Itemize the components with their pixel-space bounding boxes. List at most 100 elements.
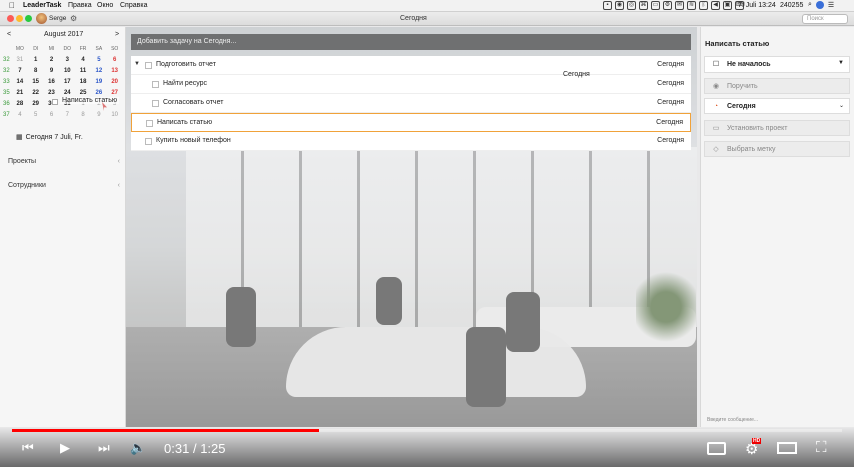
calendar-day[interactable]: 21 xyxy=(12,90,28,96)
expand-triangle-icon[interactable]: ▼ xyxy=(134,61,140,67)
calendar-day[interactable]: 8 xyxy=(75,112,91,118)
fullscreen-icon[interactable]: ⛶ xyxy=(816,439,827,456)
calendar-day[interactable]: 5 xyxy=(91,57,107,63)
bluetooth-icon[interactable]: ᛒ xyxy=(699,1,708,10)
wifi-icon[interactable]: ≋ xyxy=(687,1,696,10)
calendar-day[interactable]: 4 xyxy=(75,57,91,63)
calendar-day[interactable]: 22 xyxy=(28,90,44,96)
today-link[interactable]: ▦ Сегодня 7 Juli, Fr. xyxy=(16,133,83,142)
task-name: Написать статью xyxy=(157,119,213,126)
calendar-day[interactable]: 6 xyxy=(107,57,123,63)
calendar-day[interactable]: 10 xyxy=(107,112,123,118)
volume-icon[interactable]: ◀ xyxy=(711,1,720,10)
status-icon[interactable]: ⌘ xyxy=(639,1,648,10)
menu-help[interactable]: Справка xyxy=(120,2,147,9)
calendar-day[interactable]: 29 xyxy=(28,101,44,107)
previous-icon[interactable]: ⏮ xyxy=(22,440,34,456)
sidebar-section-projects[interactable]: Проекты ‹ xyxy=(8,158,120,165)
calendar-day[interactable]: 9 xyxy=(44,68,60,74)
status-dropdown[interactable]: ☐ Не началось ▼ xyxy=(704,56,850,73)
menu-window[interactable]: Окно xyxy=(97,2,113,9)
calendar-day[interactable]: 11 xyxy=(75,68,91,74)
menu-edit[interactable]: Правка xyxy=(68,2,92,9)
notification-icon[interactable]: ☰ xyxy=(828,1,834,9)
calendar-day[interactable]: 27 xyxy=(107,90,123,96)
calendar-day[interactable]: 15 xyxy=(28,79,44,85)
sidebar-section-employees[interactable]: Сотрудники ‹ xyxy=(8,182,120,189)
menu-app-name[interactable]: LeaderTask xyxy=(23,2,61,9)
calendar-day[interactable]: 6 xyxy=(44,112,60,118)
calendar-day[interactable]: 18 xyxy=(75,79,91,85)
volume-icon[interactable]: 🔈 xyxy=(130,440,146,456)
settings-icon[interactable]: ⚙ xyxy=(70,14,77,23)
user-name[interactable]: Serge xyxy=(49,15,66,22)
calendar-day[interactable]: 25 xyxy=(75,90,91,96)
task-detail-title[interactable]: Написать статью xyxy=(705,39,769,48)
task-checkbox[interactable] xyxy=(146,120,153,127)
status-icon[interactable]: ▪ xyxy=(603,1,612,10)
calendar-day[interactable]: 4 xyxy=(12,112,28,118)
search-input[interactable]: Поиск xyxy=(802,14,848,24)
calendar-day[interactable]: 10 xyxy=(59,68,75,74)
task-name: Купить новый телефон xyxy=(156,137,231,144)
siri-icon[interactable] xyxy=(815,1,824,9)
calendar-next-button[interactable]: > xyxy=(115,31,119,38)
comment-input[interactable]: Введите сообщение... xyxy=(707,417,758,423)
next-icon[interactable]: ⏭ xyxy=(98,440,110,456)
status-icon[interactable]: ◎ xyxy=(627,1,636,10)
task-checkbox[interactable] xyxy=(152,81,159,88)
calendar-day[interactable]: 31 xyxy=(12,57,28,63)
task-checkbox[interactable] xyxy=(145,62,152,69)
select-tag-button[interactable]: ◇ Выбрать метку xyxy=(704,141,850,157)
set-project-button[interactable]: ▭ Установить проект xyxy=(704,120,850,136)
calendar-prev-button[interactable]: < xyxy=(7,31,11,38)
calendar-day[interactable]: 9 xyxy=(91,112,107,118)
calendar-day[interactable]: 14 xyxy=(12,79,28,85)
close-window-button[interactable] xyxy=(7,15,14,22)
task-row[interactable]: ▼ Подготовить отчет Сегодня xyxy=(131,56,691,75)
calendar-day[interactable]: 7 xyxy=(59,112,75,118)
task-row[interactable]: Купить новый телефон Сегодня xyxy=(131,132,691,151)
calendar-day[interactable]: 8 xyxy=(28,68,44,74)
calendar-weekday-row: MO DI MI DO FR SA SO xyxy=(3,43,123,54)
minimize-window-button[interactable] xyxy=(16,15,23,22)
status-icon[interactable]: ✉ xyxy=(675,1,684,10)
calendar-day[interactable]: 2 xyxy=(44,57,60,63)
search-icon[interactable]: ⌕ xyxy=(808,1,812,9)
calendar-day[interactable]: 28 xyxy=(12,101,28,107)
calendar-day[interactable]: 13 xyxy=(107,68,123,74)
assign-button[interactable]: ◉ Поручить xyxy=(704,78,850,94)
zoom-window-button[interactable] xyxy=(25,15,32,22)
avatar[interactable] xyxy=(36,13,47,24)
calendar-day[interactable]: 20 xyxy=(107,79,123,85)
play-icon[interactable]: ▶ xyxy=(60,440,70,456)
display-icon[interactable]: ▣ xyxy=(723,1,732,10)
task-checkbox[interactable] xyxy=(152,100,159,107)
theater-mode-icon[interactable] xyxy=(777,442,797,454)
calendar-day[interactable]: 5 xyxy=(28,112,44,118)
calendar-day[interactable]: 26 xyxy=(91,90,107,96)
subtitles-icon[interactable] xyxy=(707,442,726,455)
task-checkbox[interactable] xyxy=(145,138,152,145)
task-row-selected[interactable]: Написать статью Сегодня xyxy=(131,113,691,132)
due-date-dropdown[interactable]: ◔ Сегодня ⌄ xyxy=(704,98,850,114)
task-row[interactable]: Согласовать отчет Сегодня xyxy=(131,94,691,113)
calendar-day[interactable]: 3 xyxy=(59,57,75,63)
status-icon[interactable]: ⚙ xyxy=(663,1,672,10)
weekday-label: DI xyxy=(33,45,39,52)
apple-icon[interactable]:  xyxy=(9,1,15,10)
menubar-clock[interactable]: 7. Juli 13:24 xyxy=(738,2,776,9)
video-progress-bar[interactable] xyxy=(12,429,842,432)
calendar-day[interactable]: 16 xyxy=(44,79,60,85)
calendar-day[interactable]: 12 xyxy=(91,68,107,74)
calendar-day[interactable]: 7 xyxy=(12,68,28,74)
status-icon[interactable]: ▭ xyxy=(651,1,660,10)
add-task-input[interactable]: Добавить задачу на Сегодня... xyxy=(131,34,691,50)
calendar-day[interactable]: 1 xyxy=(28,57,44,63)
calendar-day[interactable]: 23 xyxy=(44,90,60,96)
calendar-day[interactable]: 24 xyxy=(59,90,75,96)
task-row[interactable]: Найти ресурс Сегодня xyxy=(131,75,691,94)
calendar-day[interactable]: 17 xyxy=(59,79,75,85)
calendar-day[interactable]: 19 xyxy=(91,79,107,85)
status-icon[interactable]: ◉ xyxy=(615,1,624,10)
